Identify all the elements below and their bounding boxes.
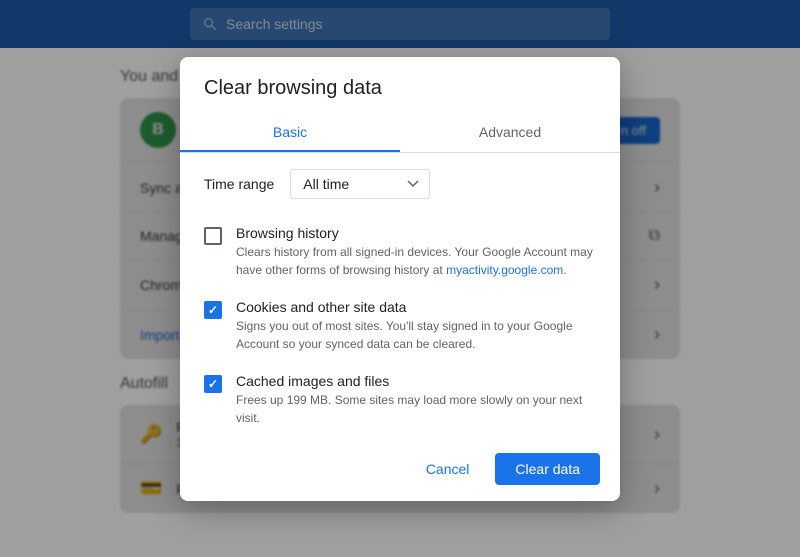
browsing-history-text: Browsing history Clears history from all… bbox=[236, 225, 596, 279]
cached-checkbox[interactable] bbox=[204, 375, 222, 393]
time-range-label: Time range bbox=[204, 176, 274, 192]
cached-item: Cached images and files Frees up 199 MB.… bbox=[204, 363, 596, 437]
clear-data-button[interactable]: Clear data bbox=[495, 453, 600, 485]
modal-overlay: Clear browsing data Basic Advanced Time … bbox=[0, 0, 800, 557]
modal-body: Browsing history Clears history from all… bbox=[180, 215, 620, 437]
browsing-history-checkbox-wrap[interactable] bbox=[204, 227, 222, 245]
cookies-label: Cookies and other site data bbox=[236, 299, 596, 315]
tab-basic[interactable]: Basic bbox=[180, 112, 400, 152]
modal-tabs: Basic Advanced bbox=[180, 112, 620, 153]
cancel-button[interactable]: Cancel bbox=[410, 453, 486, 485]
modal-footer: Cancel Clear data bbox=[180, 437, 620, 501]
cookies-text: Cookies and other site data Signs you ou… bbox=[236, 299, 596, 353]
cached-text: Cached images and files Frees up 199 MB.… bbox=[236, 373, 596, 427]
cookies-desc: Signs you out of most sites. You'll stay… bbox=[236, 317, 596, 353]
clear-browsing-data-modal: Clear browsing data Basic Advanced Time … bbox=[180, 57, 620, 501]
cookies-checkbox-wrap[interactable] bbox=[204, 301, 222, 319]
cookies-item: Cookies and other site data Signs you ou… bbox=[204, 289, 596, 363]
cookies-checkbox[interactable] bbox=[204, 301, 222, 319]
browsing-history-checkbox[interactable] bbox=[204, 227, 222, 245]
time-range-select[interactable]: Last hour Last 24 hours Last 7 days Last… bbox=[290, 169, 430, 199]
cached-checkbox-wrap[interactable] bbox=[204, 375, 222, 393]
browsing-history-desc: Clears history from all signed-in device… bbox=[236, 243, 596, 279]
time-range-row: Time range Last hour Last 24 hours Last … bbox=[180, 153, 620, 215]
browsing-history-label: Browsing history bbox=[236, 225, 596, 241]
cached-desc: Frees up 199 MB. Some sites may load mor… bbox=[236, 391, 596, 427]
browsing-history-item: Browsing history Clears history from all… bbox=[204, 215, 596, 289]
modal-title: Clear browsing data bbox=[180, 57, 620, 112]
myactivity-link[interactable]: myactivity.google.com bbox=[446, 263, 563, 277]
tab-advanced[interactable]: Advanced bbox=[400, 112, 620, 152]
cached-label: Cached images and files bbox=[236, 373, 596, 389]
